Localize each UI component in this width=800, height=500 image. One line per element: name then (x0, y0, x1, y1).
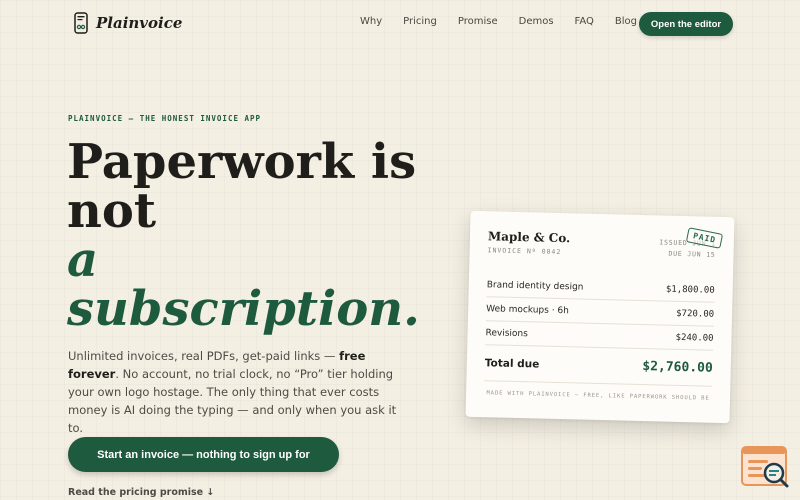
headline-line-3: a (67, 232, 99, 288)
top-nav: Plainvoice Why Pricing Promise Demos FAQ… (0, 0, 800, 46)
brand-logo[interactable]: Plainvoice (74, 12, 182, 34)
invoice-header: Maple & Co. INVOICE Nº 0042 ISSUED JUN 1… (487, 227, 724, 275)
invoice-preview-card: Maple & Co. INVOICE Nº 0042 ISSUED JUN 1… (465, 210, 735, 424)
pricing-promise-link[interactable]: Read the pricing promise ↓ (68, 487, 214, 498)
item-label: Brand identity design (486, 279, 584, 293)
lede-text-1: Unlimited invoices, real PDFs, get-paid … (68, 349, 340, 363)
start-invoice-button[interactable]: Start an invoice — nothing to sign up fo… (68, 437, 339, 472)
nav-link-why[interactable]: Why (360, 16, 382, 27)
nav-links: Why Pricing Promise Demos FAQ Blog (360, 16, 658, 27)
item-amount: $240.00 (675, 332, 714, 344)
item-amount: $1,800.00 (665, 284, 715, 296)
nav-link-pricing[interactable]: Pricing (403, 16, 437, 27)
invoice-total-row: Total due $2,760.00 (484, 345, 714, 387)
nav-link-faq[interactable]: FAQ (575, 16, 594, 27)
nav-link-demos[interactable]: Demos (519, 16, 554, 27)
invoice-footer: MADE WITH PLAINVOICE — FREE, LIKE PAPERW… (486, 390, 710, 402)
headline-line-2: not (67, 183, 157, 239)
brand-name: Plainvoice (96, 14, 183, 32)
headline-line-4: subscription. (67, 281, 420, 337)
nav-link-blog[interactable]: Blog (615, 16, 637, 27)
item-label: Web mockups · 6h (486, 303, 570, 316)
hero-headline: Paperwork is not a subscription. (67, 138, 420, 334)
invoice-due: DUE JUN 15 (668, 249, 716, 259)
search-list-icon (741, 446, 789, 488)
hero-lede: Unlimited invoices, real PDFs, get-paid … (68, 347, 413, 437)
lede-text-2: . No account, no trial clock, no “Pro” t… (68, 367, 397, 435)
item-amount: $720.00 (676, 308, 715, 320)
invoice-line-items: Brand identity design $1,800.00 Web mock… (485, 273, 715, 351)
hero-eyebrow: PLAINVOICE — THE HONEST INVOICE APP (68, 114, 262, 123)
item-label: Revisions (485, 327, 529, 339)
open-editor-button[interactable]: Open the editor (639, 12, 733, 36)
total-label: Total due (484, 356, 540, 371)
floating-search-widget[interactable] (741, 445, 791, 489)
headline-line-1: Paperwork is (67, 134, 417, 190)
phone-invoice-icon (74, 12, 88, 34)
total-amount: $2,760.00 (642, 359, 713, 376)
nav-link-promise[interactable]: Promise (458, 16, 498, 27)
